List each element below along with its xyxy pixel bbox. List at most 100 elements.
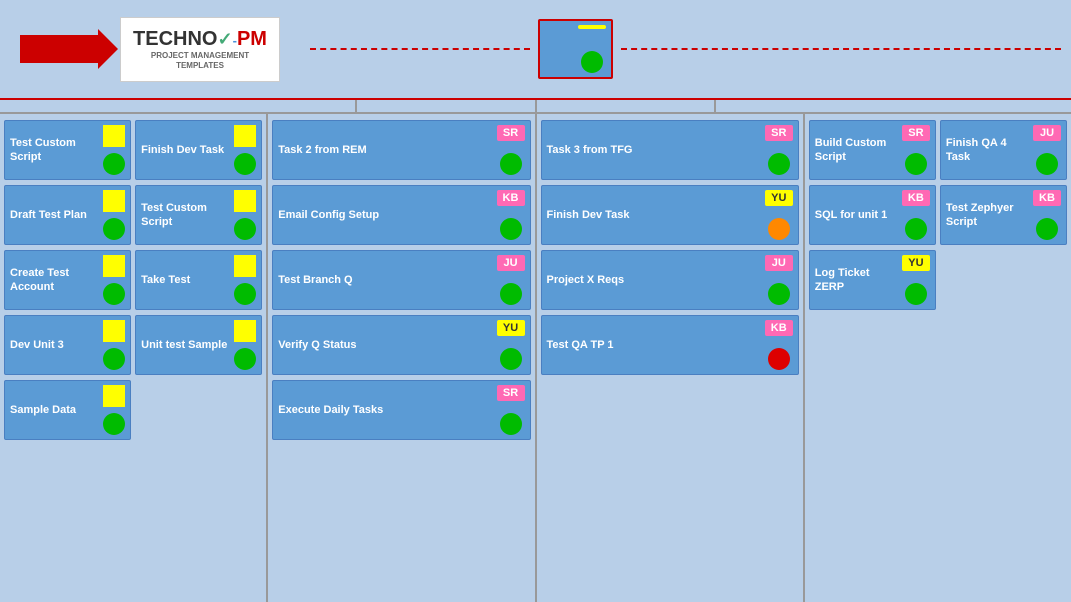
card-item[interactable]: Log Ticket ZERPYU <box>809 250 936 310</box>
card-dot <box>234 218 256 240</box>
card-right <box>234 255 256 305</box>
card-dot <box>103 283 125 305</box>
card-dot <box>103 348 125 370</box>
card-item[interactable]: Test Branch Q JU <box>272 250 530 310</box>
backlog-sub-left: Test Custom Script Draft Test Plan Create … <box>4 120 131 596</box>
card-tag: JU <box>1033 125 1061 141</box>
card-item[interactable]: Test Custom Script <box>135 185 262 245</box>
card-item[interactable]: Task 2 from REM SR <box>272 120 530 180</box>
card-right: KB <box>1033 190 1061 240</box>
card-item[interactable]: Execute Daily Tasks SR <box>272 380 530 440</box>
card-dot <box>768 218 790 240</box>
card-text: Test Custom Script <box>10 125 99 175</box>
card-item[interactable]: SQL for unit 1KB <box>809 185 936 245</box>
card-right: YU <box>497 320 525 370</box>
card-right: SR <box>497 385 525 435</box>
card-tag: KB <box>497 190 525 206</box>
card-dot <box>500 413 522 435</box>
card-item[interactable]: Dev Unit 3 <box>4 315 131 375</box>
done-sub-right: Finish QA 4 TaskJUTest Zephyer ScriptKB <box>940 120 1067 596</box>
card-right <box>103 385 125 435</box>
card-dot <box>234 283 256 305</box>
card-dot <box>103 413 125 435</box>
col-header-todo <box>357 100 537 112</box>
card-text: Build Custom Script <box>815 125 898 175</box>
card-tag: SR <box>497 125 525 141</box>
card-text: Test Branch Q <box>278 255 492 305</box>
card-yellow-square <box>234 320 256 342</box>
card-right: JU <box>1033 125 1061 175</box>
done-column: Build Custom ScriptSRSQL for unit 1KBLog… <box>805 114 1071 602</box>
card-item[interactable]: Finish QA 4 TaskJU <box>940 120 1067 180</box>
card-right: KB <box>765 320 793 370</box>
backlog-column: Test Custom ScriptDraft Test PlanCreate … <box>0 114 268 602</box>
card-right <box>103 320 125 370</box>
card-dot <box>500 283 522 305</box>
board: Test Custom ScriptDraft Test PlanCreate … <box>0 100 1071 602</box>
card-text: Execute Daily Tasks <box>278 385 492 435</box>
card-item[interactable]: Test Custom Script <box>4 120 131 180</box>
backlog-sub-right: Finish Dev Task Test Custom ScriptTake Te… <box>135 120 262 596</box>
card-text: Unit test Sample <box>141 320 230 370</box>
card-right: KB <box>497 190 525 240</box>
columns-body: Test Custom ScriptDraft Test PlanCreate … <box>0 114 1071 602</box>
card-item[interactable]: Project X ReqsJU <box>541 250 799 310</box>
card-dot <box>500 218 522 240</box>
card-text: Test QA TP 1 <box>547 320 761 370</box>
card-dot <box>500 153 522 175</box>
card-text: Verify Q Status <box>278 320 492 370</box>
card-dot <box>234 348 256 370</box>
card-dot <box>905 283 927 305</box>
card-right <box>103 255 125 305</box>
card-text: Log Ticket ZERP <box>815 255 898 305</box>
todo-column: Task 2 from REM SR Email Config Setup KB Tes… <box>268 114 536 602</box>
card-item[interactable]: Verify Q StatusYU <box>272 315 530 375</box>
card-dot <box>768 283 790 305</box>
card-right: JU <box>765 255 793 305</box>
card-item[interactable]: Test Zephyer ScriptKB <box>940 185 1067 245</box>
card-tag: JU <box>765 255 793 271</box>
card-tag: KB <box>902 190 930 206</box>
card-yellow-square <box>234 255 256 277</box>
card-dot <box>768 348 790 370</box>
card-text: SQL for unit 1 <box>815 190 898 240</box>
card-item[interactable]: Test QA TP 1KB <box>541 315 799 375</box>
card-right <box>234 125 256 175</box>
card-item[interactable]: Unit test Sample <box>135 315 262 375</box>
card-item[interactable]: Sample Data <box>4 380 131 440</box>
card-text: Project X Reqs <box>547 255 761 305</box>
card-item[interactable]: Finish Dev Task <box>135 120 262 180</box>
card-dot <box>905 153 927 175</box>
card-text: Dev Unit 3 <box>10 320 99 370</box>
done-sub-left: Build Custom ScriptSRSQL for unit 1KBLog… <box>809 120 936 596</box>
wip-column: Task 3 from TFGSRFinish Dev TaskYUProjec… <box>537 114 805 602</box>
card-item[interactable]: Take Test <box>135 250 262 310</box>
card-text: Finish Dev Task <box>547 190 761 240</box>
card-item[interactable]: Task 3 from TFGSR <box>541 120 799 180</box>
express-card-tag <box>578 25 606 29</box>
card-item[interactable]: Build Custom ScriptSR <box>809 120 936 180</box>
card-tag: KB <box>765 320 793 336</box>
express-card-text <box>545 25 574 73</box>
card-item[interactable]: Finish Dev TaskYU <box>541 185 799 245</box>
card-text: Finish QA 4 Task <box>946 125 1029 175</box>
card-item[interactable]: Create Test Account <box>4 250 131 310</box>
card-text: Task 2 from REM <box>278 125 492 175</box>
card-text: Email Config Setup <box>278 190 492 240</box>
card-yellow-square <box>103 125 125 147</box>
card-tag: JU <box>497 255 525 271</box>
card-text: Task 3 from TFG <box>547 125 761 175</box>
card-text: Finish Dev Task <box>141 125 230 175</box>
card-dot <box>103 218 125 240</box>
card-yellow-square <box>103 320 125 342</box>
card-text: Create Test Account <box>10 255 99 305</box>
express-dash-right <box>621 48 1061 50</box>
col-header-wip <box>537 100 717 112</box>
express-card-right <box>578 25 606 73</box>
card-tag: SR <box>497 385 525 401</box>
card-item[interactable]: Email Config Setup KB <box>272 185 530 245</box>
card-dot <box>234 153 256 175</box>
card-item[interactable]: Draft Test Plan <box>4 185 131 245</box>
express-card[interactable] <box>538 19 613 79</box>
logo: TECHNO✓-PM PROJECT MANAGEMENT TEMPLATES <box>120 17 280 82</box>
